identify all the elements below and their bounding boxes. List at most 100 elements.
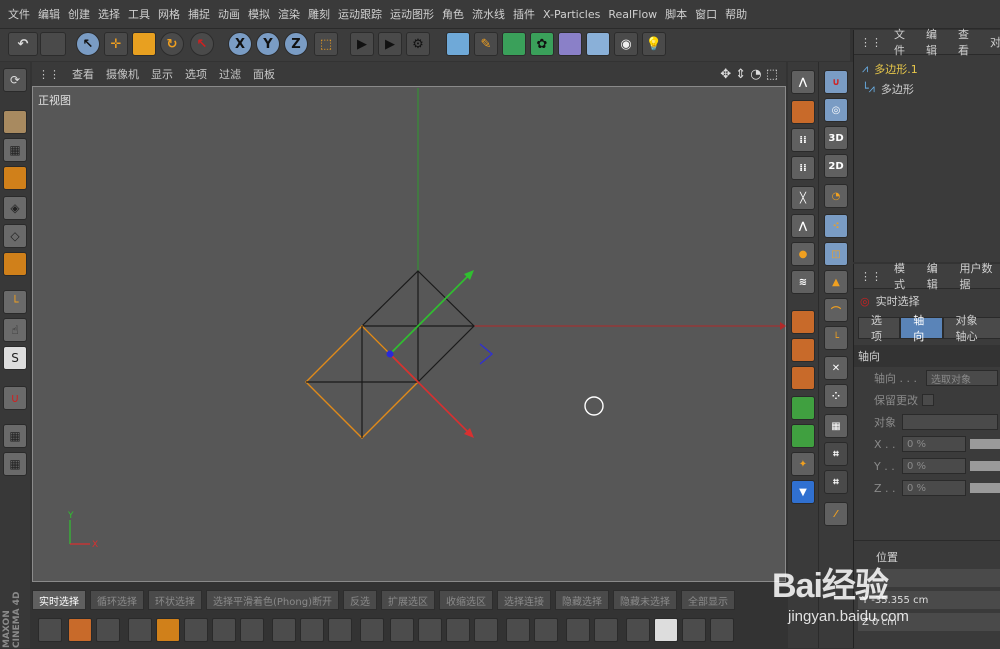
mode-phong-break-selection[interactable]: 选择平滑着色(Phong)断开 <box>206 590 339 610</box>
bevel-icon[interactable] <box>791 310 815 334</box>
menu-animate[interactable]: 动画 <box>218 6 240 22</box>
attr-menu-mode[interactable]: 模式 <box>894 260 915 292</box>
mode-grow-selection[interactable]: 扩展选区 <box>381 590 435 610</box>
intersection-snap-icon[interactable]: ✕ <box>824 356 848 380</box>
floor-icon[interactable] <box>586 32 610 56</box>
tab-options[interactable]: 选项 <box>858 317 900 339</box>
make-editable-icon[interactable]: ⟳ <box>3 68 27 92</box>
menu-simulate[interactable]: 模拟 <box>248 6 270 22</box>
object-field[interactable] <box>902 414 998 430</box>
lock-workplane-icon[interactable]: ▦ <box>3 424 27 448</box>
menu-tools[interactable]: 工具 <box>128 6 150 22</box>
magnet-icon[interactable] <box>156 618 180 642</box>
workplane-snap-icon[interactable]: ▦ <box>824 414 848 438</box>
planar-workplane-icon[interactable]: ▦ <box>3 452 27 476</box>
obj-menu-edit[interactable]: 编辑 <box>926 26 946 58</box>
cube-wire-icon[interactable] <box>184 618 208 642</box>
cube-wire-icon[interactable] <box>300 618 324 642</box>
y-axis-lock-button[interactable]: Y <box>256 32 280 56</box>
render-picture-viewer-icon[interactable]: ▶ <box>378 32 402 56</box>
stitch-sew-icon[interactable] <box>446 618 470 642</box>
menu-plugins[interactable]: 插件 <box>513 6 535 22</box>
viewport-menu-view[interactable]: 查看 <box>72 66 94 82</box>
midpoint-snap-icon[interactable]: ⁘ <box>824 384 848 408</box>
paint-icon[interactable] <box>68 618 92 642</box>
obj-menu-file[interactable]: 文件 <box>894 26 914 58</box>
live-selection-icon[interactable]: ↖ <box>76 32 100 56</box>
move-icon[interactable]: ✛ <box>104 32 128 56</box>
set-point-icon[interactable] <box>566 618 590 642</box>
viewport-menu-filter[interactable]: 过滤 <box>219 66 241 82</box>
iron-icon[interactable] <box>360 618 384 642</box>
viewport-scene[interactable]: Y X <box>32 86 786 582</box>
mode-invert[interactable]: 反选 <box>343 590 377 610</box>
spline-snap-icon[interactable]: ⌒ <box>824 298 848 322</box>
cube-icon[interactable] <box>446 32 470 56</box>
render-view-icon[interactable]: ▶ <box>350 32 374 56</box>
melt-icon[interactable]: ▼ <box>791 480 815 504</box>
light-icon[interactable]: 💡 <box>642 32 666 56</box>
viewport-menu-camera[interactable]: 摄像机 <box>106 66 139 82</box>
grid-icon[interactable] <box>96 618 120 642</box>
guide-snap-icon[interactable]: ⌗ <box>824 442 848 466</box>
optimize-icon[interactable] <box>626 618 650 642</box>
axis-select[interactable]: 选取对象 <box>926 370 998 386</box>
mode-hide-selected[interactable]: 隐藏选择 <box>555 590 609 610</box>
polygons-mode-icon[interactable] <box>3 252 27 276</box>
subdivision-icon[interactable] <box>502 32 526 56</box>
menu-select[interactable]: 选择 <box>98 6 120 22</box>
tab-object-axis[interactable]: 对象轴心 <box>943 317 1000 339</box>
auto-snap-icon[interactable]: ◎ <box>824 98 848 122</box>
tab-axis[interactable]: 轴向 <box>900 317 942 339</box>
object-name[interactable]: 多边形.1 <box>874 61 918 77</box>
y-percent-field[interactable]: 0 % <box>902 458 966 474</box>
attr-menu-edit[interactable]: 编辑 <box>927 260 948 292</box>
matrix-extrude-icon[interactable] <box>791 366 815 390</box>
dynamic-guide-icon[interactable]: ⁄ <box>824 502 848 526</box>
viewport-menu-panel[interactable]: 面板 <box>253 66 275 82</box>
menu-window[interactable]: 窗口 <box>695 6 717 22</box>
deformer-icon[interactable] <box>558 32 582 56</box>
obj-menu-view[interactable]: 查看 <box>958 26 978 58</box>
normal-move-icon[interactable] <box>791 424 815 448</box>
smooth-shift-icon[interactable] <box>791 396 815 420</box>
dissolve-icon[interactable] <box>418 618 442 642</box>
object-row[interactable]: └⩘ 多边形 <box>854 79 1000 99</box>
scale-icon[interactable] <box>132 32 156 56</box>
snap-icon[interactable]: ∪ <box>3 386 27 410</box>
polygon-snap-icon[interactable]: ▲ <box>824 270 848 294</box>
grid-dots-icon[interactable]: ⁞⁞ <box>791 128 815 152</box>
keep-changes-checkbox[interactable] <box>922 394 934 406</box>
slide-icon[interactable] <box>272 618 296 642</box>
vertex-snap-icon[interactable]: ⁖ <box>824 214 848 238</box>
coordinate-system-icon[interactable]: ⬚ <box>314 32 338 56</box>
grid-dots-icon[interactable]: ⁞⁞ <box>791 156 815 180</box>
knife-icon[interactable]: ╳ <box>791 186 815 210</box>
mode-select-connected[interactable]: 选择连接 <box>497 590 551 610</box>
menu-help[interactable]: 帮助 <box>725 6 747 22</box>
z-slider[interactable] <box>970 483 1000 493</box>
undo-icon[interactable]: ↶ <box>8 32 38 56</box>
points-mode-icon[interactable]: ◈ <box>3 196 27 220</box>
viewport-nav-icons[interactable]: ✥ ⇕ ◔ ⬚ <box>720 67 778 82</box>
subdivide-icon[interactable] <box>594 618 618 642</box>
cube-wire-icon[interactable] <box>328 618 352 642</box>
menu-sculpt[interactable]: 雕刻 <box>308 6 330 22</box>
obj-menu-object[interactable]: 对 <box>990 34 1000 50</box>
split-icon[interactable] <box>390 618 414 642</box>
mode-unhide-all[interactable]: 全部显示 <box>681 590 735 610</box>
mode-shrink-selection[interactable]: 收缩选区 <box>439 590 493 610</box>
menu-mograph[interactable]: 运动图形 <box>390 6 434 22</box>
camera-icon[interactable]: ◉ <box>614 32 638 56</box>
menu-pipeline[interactable]: 流水线 <box>472 6 505 22</box>
stitch-icon[interactable]: ✦ <box>791 452 815 476</box>
axis-xyz-icon[interactable]: ● <box>791 242 815 266</box>
extrude-icon[interactable] <box>791 100 815 124</box>
menu-create[interactable]: 创建 <box>68 6 90 22</box>
mode-live-selection[interactable]: 实时选择 <box>32 590 86 610</box>
extrude-inner-icon[interactable] <box>791 338 815 362</box>
mirror-icon[interactable]: ⋀ <box>791 70 815 94</box>
line-cut-icon[interactable] <box>128 618 152 642</box>
menu-render[interactable]: 渲染 <box>278 6 300 22</box>
cube-wire-icon[interactable] <box>710 618 734 642</box>
